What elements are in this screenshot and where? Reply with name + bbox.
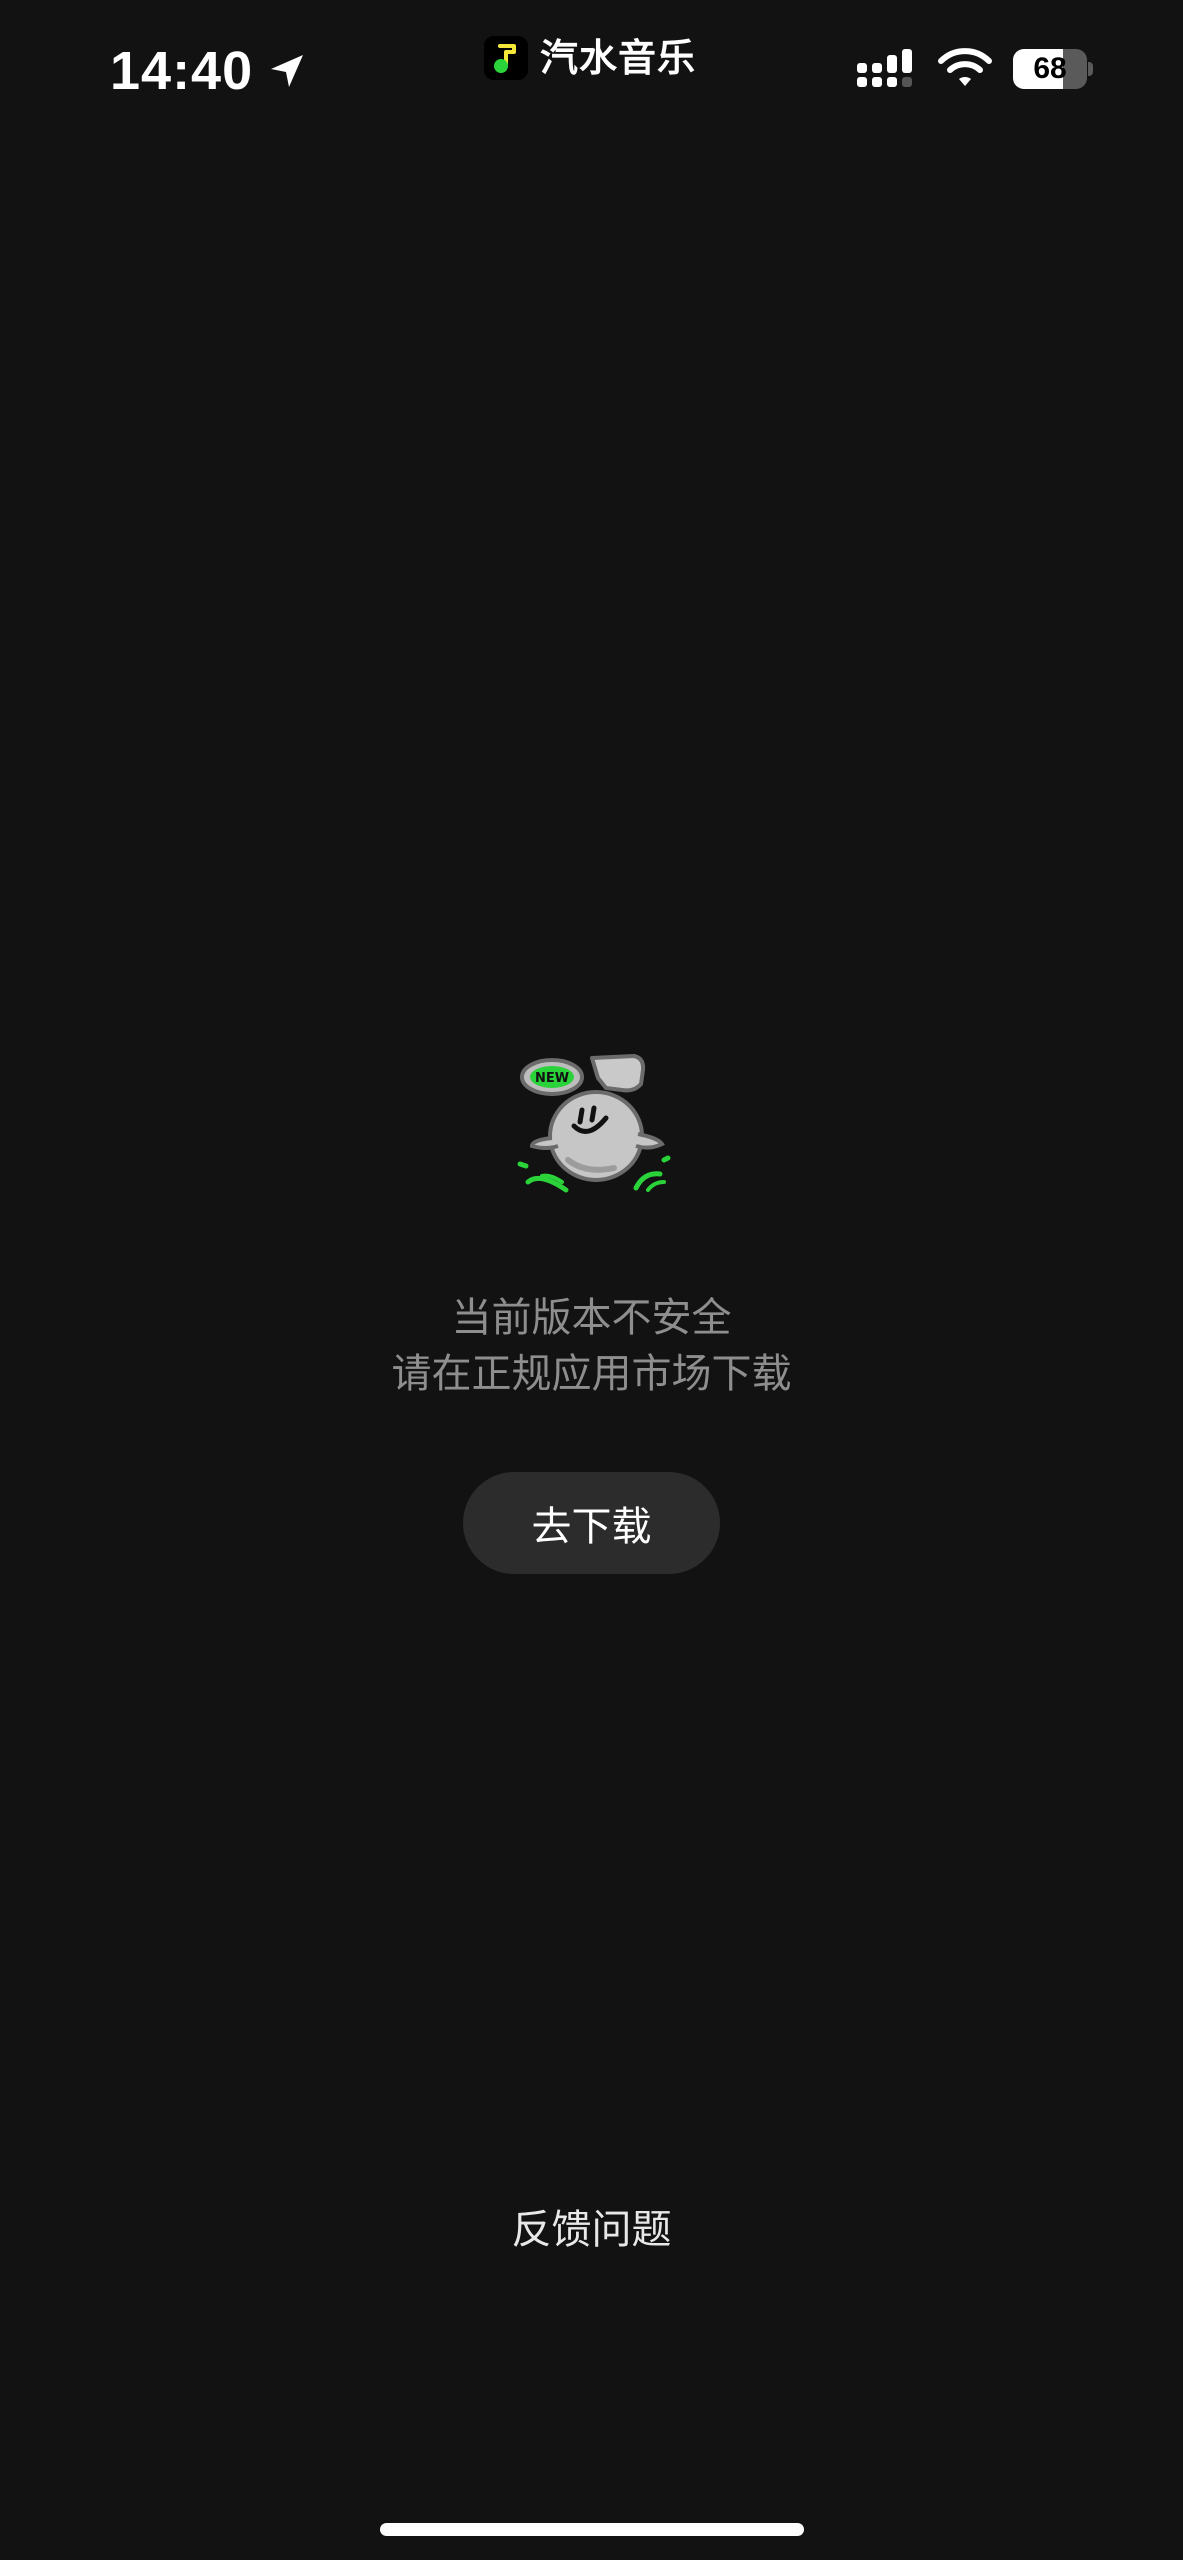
cellular-signal-icon [855,47,917,91]
battery-percentage: 68 [1033,52,1067,85]
battery-nub [1088,62,1093,76]
battery-body: 68 [1013,49,1087,89]
system-indicators: 68 [855,44,1093,94]
status-time: 14:40 [110,41,254,101]
battery-indicator: 68 [1013,49,1093,89]
warning-line-unsafe-version: 当前版本不安全 [451,1295,732,1341]
home-indicator[interactable] [380,2523,804,2536]
warning-line-download-official: 请在正规应用市场下载 [391,1351,792,1397]
status-bar: 14:40 汽水音乐 68 [0,0,1183,140]
app-name-label: 汽水音乐 [540,36,697,80]
soda-music-logo-icon [484,36,528,80]
go-download-button[interactable]: 去下载 [463,1472,720,1574]
feedback-link[interactable]: 反馈问题 [512,2207,672,2253]
new-badge-text: NEW [535,1071,569,1086]
wifi-icon [937,47,993,91]
warning-message: 当前版本不安全 请在正规应用市场下载 [0,1290,1183,1402]
mascot-illustration: NEW [506,1048,678,1198]
feedback-link-row: 反馈问题 [0,2200,1183,2260]
app-origin-badge[interactable]: 汽水音乐 [484,34,696,82]
time-group: 14:40 [110,36,307,106]
location-arrow-icon [267,51,307,91]
